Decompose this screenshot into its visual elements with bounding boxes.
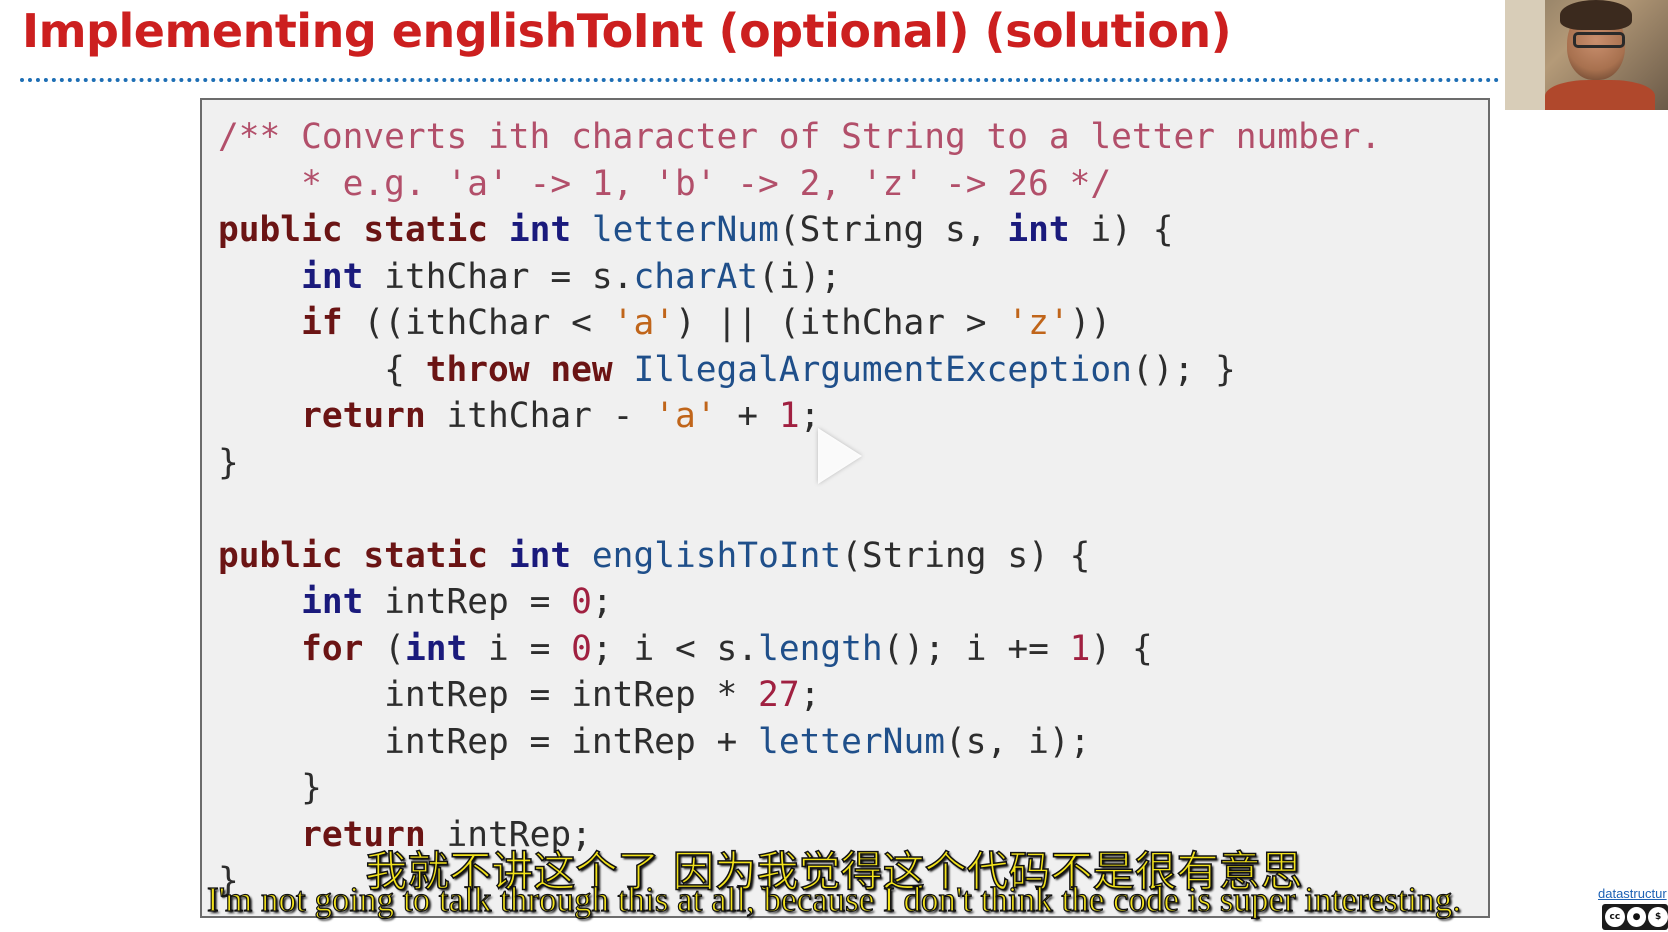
slide-title: Implementing englishToInt (optional) (so… — [22, 4, 1232, 58]
by-icon: ● — [1626, 907, 1647, 927]
footer-link[interactable]: datastructur — [1598, 886, 1668, 901]
presenter-webcam — [1505, 0, 1668, 110]
number-literal: 0 — [571, 582, 592, 622]
length-call: length — [758, 628, 883, 669]
number-literal: 1 — [778, 396, 800, 436]
code-listing: /** Converts ith character of String to … — [218, 117, 1382, 901]
nc-icon: $ — [1648, 907, 1668, 927]
englishToInt-declaration: englishToInt — [591, 535, 842, 576]
license-badge: cc ● $ — [1602, 904, 1668, 930]
number-literal: 1 — [1069, 628, 1091, 669]
play-icon[interactable] — [818, 428, 862, 484]
char-literal: 'a' — [654, 396, 717, 436]
cc-icon: cc — [1605, 907, 1625, 927]
number-literal: 27 — [758, 675, 800, 715]
charAt-call: charAt — [633, 256, 759, 297]
code-comment-line-1: /** Converts ith character of String to … — [218, 117, 1382, 157]
subtitle-english: I'm not going to talk through this at al… — [206, 879, 1461, 919]
number-literal: 0 — [571, 628, 592, 669]
code-comment-line-2: * e.g. 'a' -> 1, 'b' -> 2, 'z' -> 26 */ — [218, 163, 1112, 204]
presenter-shirt — [1545, 80, 1655, 110]
letterNum-declaration: letterNum — [591, 210, 779, 250]
exception-class: IllegalArgumentException — [633, 349, 1132, 390]
presenter-glasses — [1573, 32, 1625, 48]
code-block: /** Converts ith character of String to … — [200, 98, 1490, 918]
letterNum-call: letterNum — [758, 721, 945, 762]
presenter-hair — [1560, 0, 1632, 30]
title-divider — [20, 78, 1500, 82]
webcam-background — [1505, 0, 1545, 110]
char-literal: 'a' — [612, 303, 675, 343]
char-literal: 'z' — [1007, 303, 1070, 343]
